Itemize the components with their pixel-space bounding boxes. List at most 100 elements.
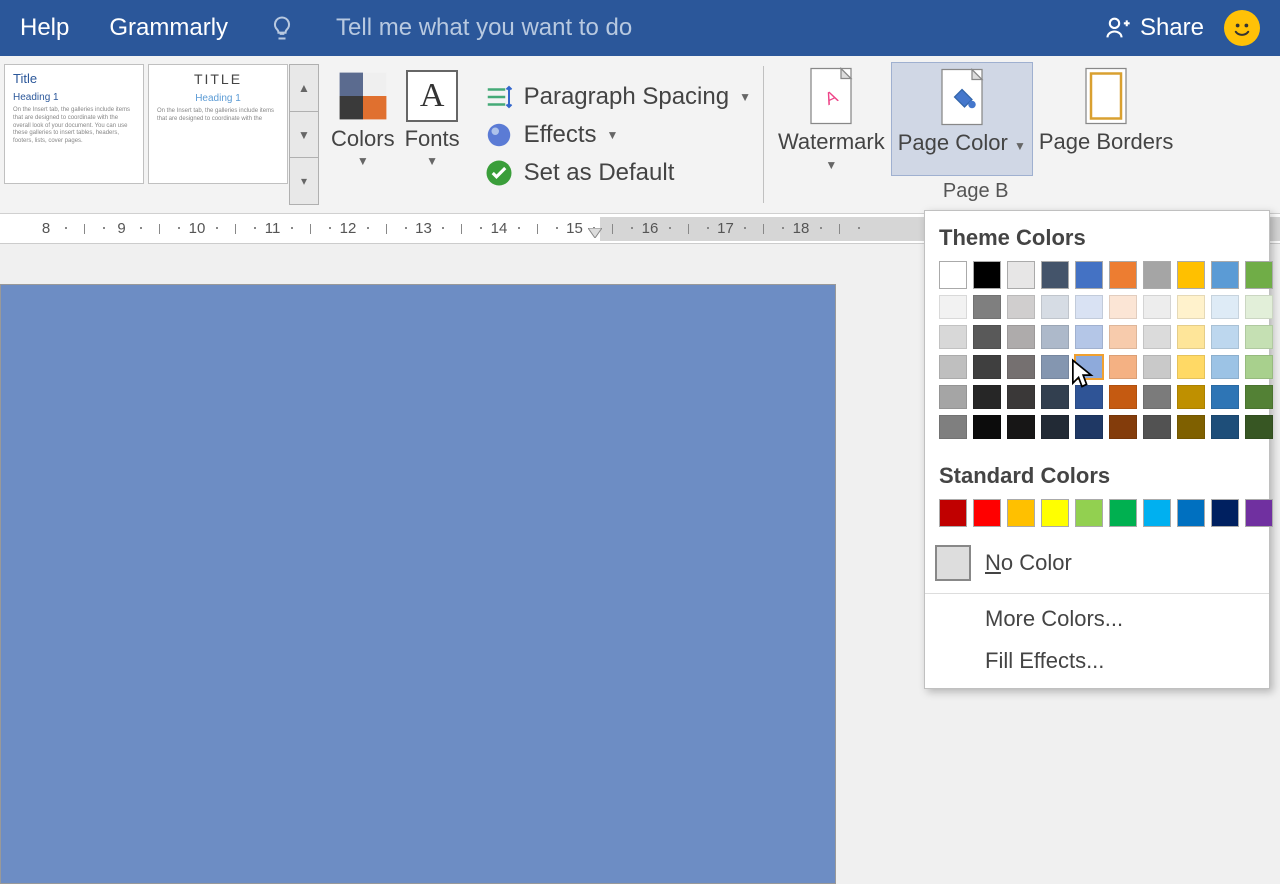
standard-color-swatch[interactable]	[1109, 499, 1137, 527]
theme-shade-swatch[interactable]	[1109, 295, 1137, 319]
theme-shade-swatch[interactable]	[1245, 385, 1273, 409]
paragraph-spacing-button[interactable]: Paragraph Spacing▼	[484, 82, 751, 112]
gallery-up-button[interactable]: ▲	[289, 64, 319, 111]
theme-shade-swatch[interactable]	[1245, 325, 1273, 349]
theme-color-swatch[interactable]	[1007, 261, 1035, 289]
theme-shade-swatch[interactable]	[1075, 385, 1103, 409]
gallery-down-button[interactable]: ▼	[289, 111, 319, 158]
page-borders-button[interactable]: Page Borders	[1033, 62, 1180, 176]
theme-shade-swatch[interactable]	[1007, 415, 1035, 439]
theme-shade-swatch[interactable]	[1075, 355, 1103, 379]
theme-shade-swatch[interactable]	[1177, 415, 1205, 439]
theme-color-swatch[interactable]	[973, 261, 1001, 289]
theme-shade-swatch[interactable]	[1143, 325, 1171, 349]
theme-color-swatch[interactable]	[1041, 261, 1069, 289]
theme-color-swatch[interactable]	[1177, 261, 1205, 289]
theme-shade-swatch[interactable]	[1075, 415, 1103, 439]
effects-icon	[484, 120, 514, 150]
theme-shade-swatch[interactable]	[1109, 355, 1137, 379]
smiley-icon[interactable]	[1224, 10, 1260, 46]
theme-shade-swatch[interactable]	[1211, 385, 1239, 409]
grammarly-tab[interactable]: Grammarly	[109, 14, 228, 42]
theme-shade-swatch[interactable]	[973, 325, 1001, 349]
page-color-button[interactable]: Page Color ▼	[891, 62, 1033, 176]
ruler-indent-marker[interactable]	[588, 228, 602, 238]
standard-color-swatch[interactable]	[1075, 499, 1103, 527]
check-icon	[484, 158, 514, 188]
theme-shade-swatch[interactable]	[1211, 295, 1239, 319]
set-as-default-button[interactable]: Set as Default	[484, 158, 751, 188]
theme-color-swatch[interactable]	[1109, 261, 1137, 289]
page-borders-icon	[1076, 66, 1136, 126]
colors-button[interactable]: Colors ▼	[331, 64, 395, 205]
theme-shade-swatch[interactable]	[973, 355, 1001, 379]
theme-shade-swatch[interactable]	[973, 415, 1001, 439]
tell-me-search[interactable]: Tell me what you want to do	[336, 14, 632, 42]
watermark-button[interactable]: A Watermark ▼	[772, 62, 891, 176]
theme-color-swatch[interactable]	[1075, 261, 1103, 289]
standard-color-swatch[interactable]	[1041, 499, 1069, 527]
theme-color-swatch[interactable]	[939, 261, 967, 289]
theme-color-swatch[interactable]	[1245, 261, 1273, 289]
theme-shade-swatch[interactable]	[1211, 325, 1239, 349]
share-button[interactable]: Share	[1104, 14, 1204, 42]
theme-shade-swatch[interactable]	[1245, 355, 1273, 379]
theme-shade-swatch[interactable]	[1041, 385, 1069, 409]
theme-shade-swatch[interactable]	[973, 385, 1001, 409]
theme-shade-swatch[interactable]	[1041, 295, 1069, 319]
fonts-button[interactable]: A Fonts ▼	[405, 64, 460, 205]
theme-shade-swatch[interactable]	[1041, 325, 1069, 349]
standard-color-swatch[interactable]	[1143, 499, 1171, 527]
theme-shade-swatch[interactable]	[1177, 325, 1205, 349]
standard-color-swatch[interactable]	[1007, 499, 1035, 527]
gallery-more-button[interactable]: ▾	[289, 157, 319, 205]
effects-button[interactable]: Effects▼	[484, 120, 751, 150]
theme-shade-swatch[interactable]	[1041, 415, 1069, 439]
theme-shade-swatch[interactable]	[1143, 415, 1171, 439]
theme-shade-swatch[interactable]	[1211, 415, 1239, 439]
more-colors-item[interactable]: More Colors...	[925, 598, 1269, 640]
theme-shade-swatch[interactable]	[973, 295, 1001, 319]
standard-color-swatch[interactable]	[1245, 499, 1273, 527]
theme-shade-swatch[interactable]	[1177, 295, 1205, 319]
theme-shade-swatch[interactable]	[939, 325, 967, 349]
no-color-item[interactable]: No Color	[925, 537, 1269, 589]
chevron-down-icon: ▼	[825, 158, 837, 172]
theme-shade-swatch[interactable]	[1007, 355, 1035, 379]
theme-color-swatch[interactable]	[1211, 261, 1239, 289]
theme-shade-swatch[interactable]	[1041, 355, 1069, 379]
ruler-number: 18	[793, 220, 810, 237]
theme-shade-swatch[interactable]	[1211, 355, 1239, 379]
theme-shade-swatch[interactable]	[1109, 385, 1137, 409]
title-bar: Help Grammarly Tell me what you want to …	[0, 0, 1280, 56]
theme-color-swatch[interactable]	[1143, 261, 1171, 289]
theme-colors-header: Theme Colors	[925, 211, 1269, 261]
theme-shade-swatch[interactable]	[1109, 415, 1137, 439]
theme-shade-swatch[interactable]	[1143, 355, 1171, 379]
theme-shade-swatch[interactable]	[1075, 325, 1103, 349]
help-tab[interactable]: Help	[20, 14, 69, 42]
theme-shade-swatch[interactable]	[939, 385, 967, 409]
style-set-card[interactable]: TITLE Heading 1 On the Insert tab, the g…	[148, 64, 288, 184]
document-page[interactable]	[0, 284, 836, 884]
theme-shade-swatch[interactable]	[1177, 385, 1205, 409]
standard-color-swatch[interactable]	[939, 499, 967, 527]
fill-effects-item[interactable]: Fill Effects...	[925, 640, 1269, 682]
theme-shade-swatch[interactable]	[1007, 385, 1035, 409]
standard-color-swatch[interactable]	[1211, 499, 1239, 527]
theme-shade-swatch[interactable]	[1177, 355, 1205, 379]
theme-shade-swatch[interactable]	[1007, 295, 1035, 319]
theme-shade-swatch[interactable]	[1007, 325, 1035, 349]
theme-shade-swatch[interactable]	[1109, 325, 1137, 349]
standard-color-swatch[interactable]	[1177, 499, 1205, 527]
theme-shade-swatch[interactable]	[1245, 295, 1273, 319]
theme-shade-swatch[interactable]	[939, 295, 967, 319]
style-set-card[interactable]: Title Heading 1 On the Insert tab, the g…	[4, 64, 144, 184]
theme-shade-swatch[interactable]	[1143, 295, 1171, 319]
standard-color-swatch[interactable]	[973, 499, 1001, 527]
theme-shade-swatch[interactable]	[939, 415, 967, 439]
theme-shade-swatch[interactable]	[1075, 295, 1103, 319]
theme-shade-swatch[interactable]	[939, 355, 967, 379]
theme-shade-swatch[interactable]	[1245, 415, 1273, 439]
theme-shade-swatch[interactable]	[1143, 385, 1171, 409]
